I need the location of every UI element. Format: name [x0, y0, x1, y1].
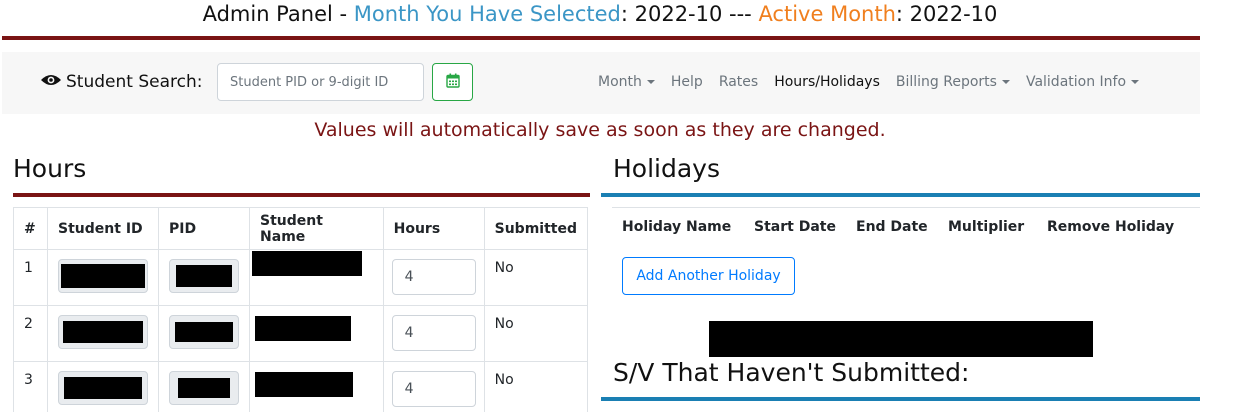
- student-search-input[interactable]: [217, 63, 424, 101]
- nav-help[interactable]: Help: [671, 74, 703, 90]
- column-header: Remove Holiday: [1047, 219, 1175, 235]
- pid-field: [169, 315, 240, 349]
- redacted-block: [178, 378, 231, 398]
- student-search-label: Student Search:: [40, 72, 202, 92]
- header-divider: [2, 36, 1200, 40]
- autosave-notice: Values will automatically save as soon a…: [314, 119, 886, 141]
- hours-input[interactable]: [391, 371, 476, 407]
- selected-month-value: : 2022-10 ---: [620, 2, 759, 26]
- page-header: Admin Panel - Month You Have Selected: 2…: [0, 2, 1200, 26]
- table-row: 3 No: [12, 361, 589, 412]
- selected-month-label: Month You Have Selected: [353, 2, 621, 26]
- submitted-status: No: [483, 305, 589, 362]
- nav-month-dropdown[interactable]: Month: [598, 74, 655, 90]
- column-header: Student Name: [249, 207, 384, 250]
- calendar-button[interactable]: [432, 63, 473, 101]
- nav-billing-label: Billing Reports: [895, 74, 997, 90]
- redacted-block: [63, 321, 144, 343]
- student-id-field: [58, 315, 149, 349]
- row-number: 2: [12, 305, 49, 362]
- caret-down-icon: [646, 80, 655, 84]
- student-name-redacted: [252, 251, 363, 276]
- active-month-value: : 2022-10: [895, 2, 998, 26]
- nav-hours-holidays[interactable]: Hours/Holidays: [774, 74, 880, 90]
- holidays-table-header: Holiday Name Start Date End Date Multipl…: [612, 219, 1174, 235]
- redacted-block: [176, 265, 233, 287]
- calendar-icon: [445, 73, 460, 92]
- eye-icon: [40, 72, 62, 92]
- nav-validation-info-dropdown[interactable]: Validation Info: [1025, 74, 1140, 90]
- nav-links: Month Help Rates Hours/Holidays Billing …: [598, 74, 1140, 90]
- student-name-redacted: [255, 316, 352, 341]
- hours-input[interactable]: [391, 259, 476, 295]
- pid-field: [169, 259, 240, 293]
- submitted-status: No: [483, 361, 589, 412]
- holidays-table-border: [612, 207, 1200, 208]
- caret-down-icon: [1131, 80, 1140, 84]
- column-header: PID: [158, 207, 251, 250]
- student-name-redacted: [255, 372, 354, 397]
- submitted-status: No: [483, 249, 589, 306]
- student-id-field: [58, 371, 149, 405]
- pid-field: [169, 371, 240, 405]
- navbar: Student Search: Month Help Rates Hours/H…: [2, 52, 1200, 114]
- hours-input[interactable]: [391, 315, 476, 351]
- column-header: Submitted: [483, 207, 589, 250]
- column-header: Hours: [382, 207, 485, 250]
- active-month-label: Active Month: [758, 2, 896, 26]
- holidays-divider: [601, 193, 1200, 197]
- student-id-field: [58, 259, 149, 293]
- student-search-text: Student Search:: [66, 72, 203, 92]
- sv-not-submitted-title: S/V That Haven't Submitted:: [613, 358, 970, 387]
- header-prefix: Admin Panel -: [202, 2, 354, 26]
- redacted-block: [61, 264, 146, 288]
- column-header: #: [12, 207, 49, 250]
- nav-month-label: Month: [598, 74, 642, 90]
- redacted-block: [64, 377, 143, 399]
- column-header: Student ID: [47, 207, 160, 250]
- nav-rates[interactable]: Rates: [719, 74, 758, 90]
- redacted-block: [175, 322, 234, 342]
- caret-down-icon: [1001, 80, 1010, 84]
- column-header: Holiday Name: [622, 219, 732, 235]
- hours-table: # Student ID PID Student Name Hours Subm…: [12, 207, 589, 412]
- column-header: Multiplier: [948, 219, 1025, 235]
- row-number: 1: [12, 249, 49, 306]
- hours-title: Hours: [13, 154, 87, 183]
- add-holiday-button[interactable]: Add Another Holiday: [622, 257, 795, 295]
- column-header: Start Date: [754, 219, 836, 235]
- sv-divider: [601, 397, 1200, 401]
- holidays-title: Holidays: [613, 154, 720, 183]
- row-number: 3: [12, 361, 49, 412]
- redacted-block: [709, 321, 1093, 357]
- table-header-row: # Student ID PID Student Name Hours Subm…: [12, 207, 589, 250]
- nav-billing-reports-dropdown[interactable]: Billing Reports: [896, 74, 1010, 90]
- nav-validation-label: Validation Info: [1025, 74, 1127, 90]
- table-row: 2 No: [12, 305, 589, 362]
- table-row: 1 No: [12, 249, 589, 306]
- column-header: End Date: [856, 219, 928, 235]
- hours-divider: [13, 193, 590, 197]
